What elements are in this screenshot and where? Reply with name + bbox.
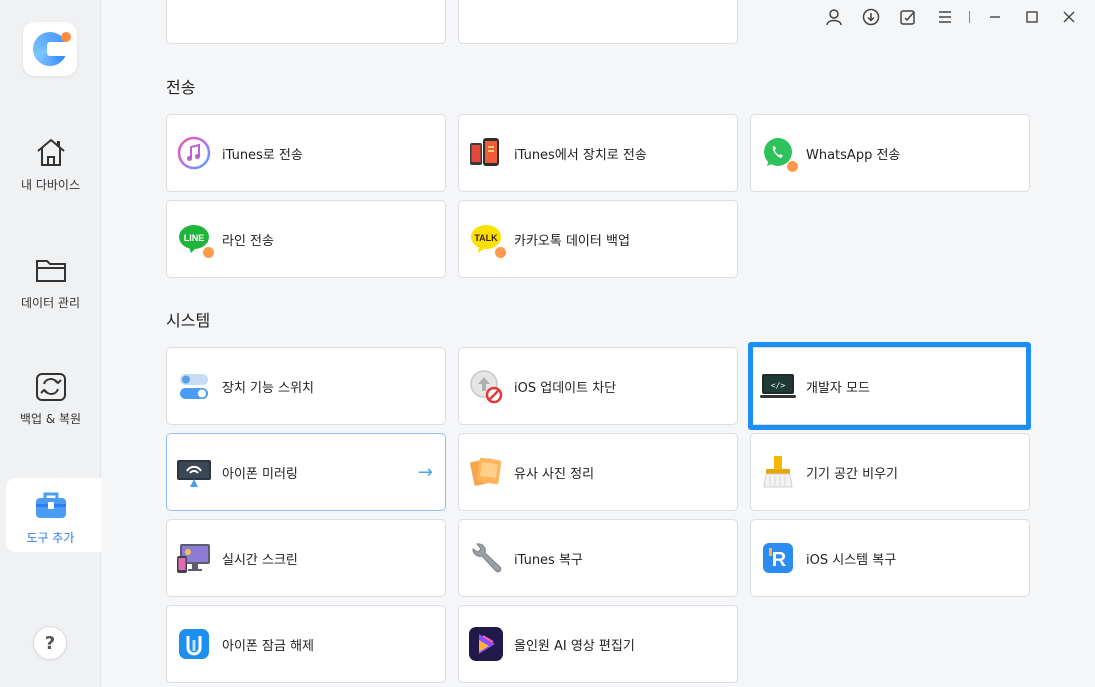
minimize-icon <box>989 16 1000 18</box>
transfer-badge-icon <box>786 160 799 173</box>
app-logo-icon <box>33 32 71 66</box>
download-icon <box>862 8 879 26</box>
reiboot-icon: R <box>760 540 796 576</box>
maximize-button[interactable] <box>1013 6 1050 28</box>
hamburger-menu-icon <box>938 11 951 23</box>
tool-card-label: 라인 전송 <box>222 233 274 249</box>
tool-card-label: iOS 시스템 복구 <box>806 552 897 568</box>
realtime-screen-icon <box>176 540 212 576</box>
developer-terminal-icon: </> <box>760 368 796 404</box>
home-icon <box>33 134 69 170</box>
photos-icon <box>468 454 504 490</box>
tool-card-line-transfer[interactable]: LINE 라인 전송 <box>166 200 446 278</box>
section-title-transfer: 전송 <box>166 78 196 97</box>
tool-card-similar-photos[interactable]: 유사 사진 정리 <box>458 433 738 511</box>
wrench-icon <box>468 540 504 576</box>
transfer-badge-icon <box>494 246 507 259</box>
tool-card-developer-mode[interactable]: </> 개발자 모드 <box>750 347 1030 425</box>
tool-card-itunes-repair[interactable]: iTunes 복구 <box>458 519 738 597</box>
svg-text:</>: </> <box>771 381 786 390</box>
itunes-icon <box>176 135 212 171</box>
maximize-icon <box>1025 11 1038 23</box>
partial-card[interactable] <box>166 0 446 44</box>
block-update-icon <box>468 368 504 404</box>
tool-card-free-space[interactable]: 기기 공간 비우기 <box>750 433 1030 511</box>
sidebar-item-label: 도구 추가 <box>26 531 75 545</box>
download-button[interactable] <box>852 6 889 28</box>
line-icon: LINE <box>176 221 215 259</box>
tool-card-label: 장치 기능 스위치 <box>222 380 314 396</box>
kakaotalk-icon: TALK <box>468 221 507 259</box>
tool-card-ai-video-editor[interactable]: 올인원 AI 영상 편집기 <box>458 605 738 683</box>
section-title-system: 시스템 <box>166 311 211 330</box>
account-button[interactable] <box>815 6 852 28</box>
feedback-button[interactable] <box>889 6 926 28</box>
app-logo <box>23 22 77 76</box>
window-titlebar <box>815 6 1087 28</box>
whatsapp-icon <box>760 135 799 173</box>
tool-card-whatsapp-transfer[interactable]: WhatsApp 전송 <box>750 114 1030 192</box>
sidebar-item-label: 백업 & 복원 <box>19 412 82 426</box>
partial-card[interactable] <box>458 0 738 44</box>
titlebar-divider <box>969 11 970 23</box>
tool-card-label: 아이폰 미러링 <box>222 466 298 482</box>
tool-card-label: 유사 사진 정리 <box>514 466 595 482</box>
tool-card-label: iOS 업데이트 차단 <box>514 380 617 396</box>
sidebar: 내 다바이스 데이터 관리 백업 & 복원 도구 추가 ? <box>0 0 101 687</box>
main-content: 전송 iTunes로 전송 iTunes에서 장치로 전송 WhatsApp 전… <box>101 0 1095 687</box>
svg-text:TALK: TALK <box>474 233 498 243</box>
tool-card-label: 카카오톡 데이터 백업 <box>514 233 630 249</box>
minimize-button[interactable] <box>976 6 1013 28</box>
transfer-badge-icon <box>202 246 215 259</box>
tool-card-label: 기기 공간 비우기 <box>806 466 898 482</box>
close-icon <box>1063 11 1074 23</box>
tool-card-iphone-unlock[interactable]: 아이폰 잠금 해제 <box>166 605 446 683</box>
tool-card-iphone-mirroring[interactable]: 아이폰 미러링 → <box>166 433 446 511</box>
tool-card-label: iTunes 복구 <box>514 552 583 568</box>
tool-card-label: 실시간 스크린 <box>222 552 298 568</box>
backup-restore-icon <box>33 368 69 404</box>
screen-mirroring-icon <box>176 454 212 490</box>
folder-icon <box>33 252 69 288</box>
close-button[interactable] <box>1050 6 1087 28</box>
tool-card-label: iTunes로 전송 <box>222 147 303 163</box>
tool-card-label: 올인원 AI 영상 편집기 <box>514 638 635 654</box>
tool-card-kakaotalk-backup[interactable]: TALK 카카오톡 데이터 백업 <box>458 200 738 278</box>
toggle-switch-icon <box>176 368 212 404</box>
help-button[interactable]: ? <box>33 626 67 660</box>
sidebar-item-my-device[interactable]: 내 다바이스 <box>0 134 101 193</box>
user-icon <box>825 9 842 26</box>
tool-card-itunes-to-device[interactable]: iTunes에서 장치로 전송 <box>458 114 738 192</box>
unlock-icon <box>176 626 212 662</box>
broom-icon <box>760 454 796 490</box>
feedback-edit-icon <box>899 10 915 25</box>
tool-card-label: 아이폰 잠금 해제 <box>222 638 314 654</box>
tool-card-label: WhatsApp 전송 <box>806 147 901 163</box>
svg-text:R: R <box>772 549 787 571</box>
tool-card-itunes-transfer[interactable]: iTunes로 전송 <box>166 114 446 192</box>
tool-card-realtime-screen[interactable]: 실시간 스크린 <box>166 519 446 597</box>
iphone-transfer-icon <box>468 135 504 171</box>
svg-text:LINE: LINE <box>184 233 205 243</box>
sidebar-item-label: 내 다바이스 <box>20 178 80 192</box>
sidebar-item-data-management[interactable]: 데이터 관리 <box>0 252 101 311</box>
arrow-right-icon: → <box>417 462 433 483</box>
sidebar-item-add-tools[interactable]: 도구 추가 <box>0 487 101 546</box>
tool-card-device-feature-switch[interactable]: 장치 기능 스위치 <box>166 347 446 425</box>
video-editor-icon <box>468 626 504 662</box>
sidebar-item-backup-restore[interactable]: 백업 & 복원 <box>0 368 101 427</box>
toolbox-icon <box>33 487 69 523</box>
tool-card-label: 개발자 모드 <box>806 380 870 396</box>
menu-button[interactable] <box>926 6 963 28</box>
tool-card-label: iTunes에서 장치로 전송 <box>514 147 647 163</box>
tool-card-ios-system-repair[interactable]: R iOS 시스템 복구 <box>750 519 1030 597</box>
sidebar-item-label: 데이터 관리 <box>20 296 80 310</box>
tool-card-ios-update-block[interactable]: iOS 업데이트 차단 <box>458 347 738 425</box>
